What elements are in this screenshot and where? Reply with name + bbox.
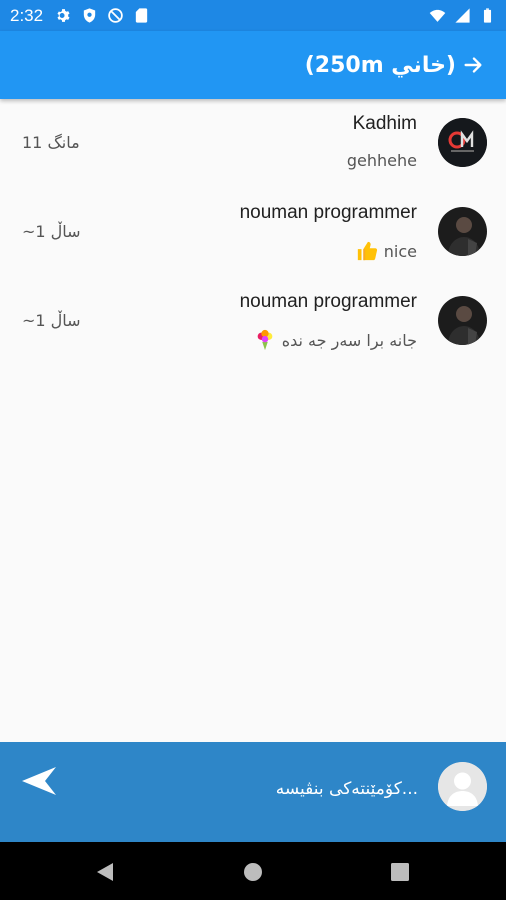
status-bar: 2:32 [0,0,506,31]
comment-author: nouman programmer [239,291,417,312]
status-system-icons [429,7,496,24]
nav-back-button[interactable] [94,861,116,883]
nav-recents-button[interactable] [389,861,411,883]
comment-input[interactable] [118,774,418,804]
back-triangle-icon [97,863,113,881]
battery-icon [483,8,492,23]
nav-home-button[interactable] [242,861,264,883]
sd-card-icon [135,8,148,23]
home-circle-icon [244,863,262,881]
comment-time: ~1 ساڵ [22,311,81,330]
signal-icon [455,8,470,23]
bouquet-icon [257,329,273,351]
comment-text: جانه برا سەر جه نده [254,329,417,351]
person-photo-avatar[interactable] [438,207,487,256]
shield-icon [83,8,96,23]
comment-text-content: جانه برا سەر جه نده [281,330,417,350]
thumbs-up-icon [357,241,377,261]
system-nav-bar [0,842,506,900]
logo-avatar[interactable] [438,118,487,167]
comment-author: nouman programmer [239,202,417,223]
comment-text: gehhehe [347,151,417,170]
comment-text-content: nice [383,241,417,261]
comment-list: Kadhim gehhehe 11 مانگ nouman programmer… [0,99,506,366]
comment-text-content: gehhehe [346,151,417,170]
arrow-right-icon[interactable] [462,54,484,76]
page-title: (خاني 250m) [304,52,456,78]
gear-icon [57,9,70,22]
send-icon [22,767,56,795]
comment-item[interactable]: nouman programmer nice ~1 ساڵ [0,188,506,277]
comment-composer [0,742,506,842]
recents-square-icon [391,863,409,881]
comment-text: nice [356,240,417,262]
default-user-icon [438,762,487,811]
comment-author: Kadhim [352,113,417,134]
comment-item[interactable]: Kadhim gehhehe 11 مانگ [0,99,506,188]
app-bar: (خاني 250m) [0,31,506,99]
status-notification-icons [55,7,150,24]
person-photo-avatar[interactable] [438,296,487,345]
comment-item[interactable]: nouman programmer جانه برا سەر جه نده ~1… [0,277,506,366]
wifi-icon [429,9,446,22]
comment-time: 11 مانگ [22,133,80,152]
no-data-icon [108,8,123,23]
comment-time: ~1 ساڵ [22,222,81,241]
send-button[interactable] [20,764,58,798]
status-time: 2:32 [10,5,44,25]
